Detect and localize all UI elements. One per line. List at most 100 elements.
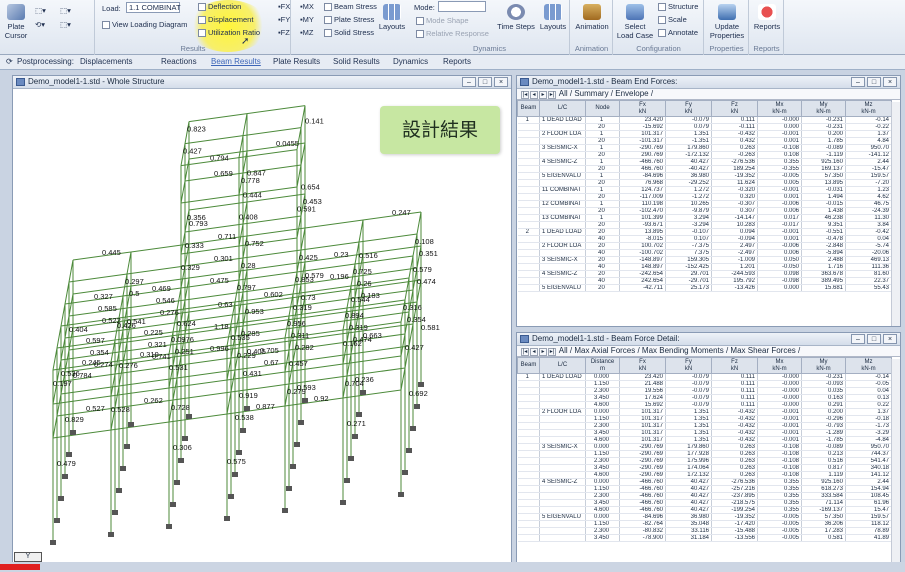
sheet-tab[interactable]: Max Axial Forces — [574, 346, 635, 355]
sheet-tab[interactable]: Max Shear Forces — [730, 346, 795, 355]
table-row[interactable]: 3.450 101.317 1.351 -0.432 -0.001 -1.289 -3.29 — [517, 429, 892, 437]
sheet-tab[interactable]: Max Bending Moments — [642, 346, 724, 355]
beam-member[interactable] — [300, 142, 306, 166]
select-load-case-button[interactable]: Select Load Case — [616, 4, 654, 40]
table-row[interactable]: 40 -100.702 7.375 -2.497 0.006 -5.894 -20.06 — [517, 249, 892, 257]
beam-member[interactable] — [300, 227, 306, 251]
table-row[interactable]: 2.300 -80.832 33.116 -15.488 -0.005 17.283 78.… — [517, 527, 892, 535]
column-header[interactable]: Node — [585, 100, 620, 117]
beam-member[interactable] — [60, 303, 66, 327]
animation-button[interactable]: Animation — [573, 4, 611, 31]
close-button[interactable]: × — [494, 77, 508, 87]
table-row[interactable]: 3.450 -290.769 174.064 0.263 -0.108 0.817 340.… — [517, 464, 892, 472]
table-row[interactable]: 13 COMBINAT 1 101.399 3.294 -14.147 0.017 46.2… — [517, 214, 892, 222]
beam-member[interactable] — [238, 223, 244, 247]
load-select[interactable]: 1.1 COMBINAT — [126, 2, 181, 13]
column-header[interactable]: Beam — [517, 100, 540, 117]
table-row[interactable]: 3.450 17.624 -0.079 0.111 -0.000 0.163 0.13 — [517, 394, 892, 402]
beam-member[interactable] — [52, 347, 58, 371]
maximize-button[interactable]: □ — [867, 334, 881, 344]
table-row[interactable]: 4.600 -466.760 40.427 -199.254 0.355 -169.137… — [517, 506, 892, 514]
table-row[interactable]: 1.150 -290.769 177.928 0.263 -0.108 0.213 744.… — [517, 450, 892, 458]
solid-stress-button[interactable]: Solid Stress — [324, 28, 374, 38]
table-row[interactable]: 20 466.760 -40.427 189.254 -0.355 169.137 -15.… — [517, 165, 892, 173]
sheet-tab[interactable]: Summary — [574, 89, 608, 98]
sheet-tab[interactable]: Envelope — [615, 89, 648, 98]
table-row[interactable]: 5 EIGENVALU 1 -84.696 36.980 -19.352 -0.005 57… — [517, 172, 892, 180]
table-row[interactable]: 3.450 -78.900 31.184 -13.556 -0.005 0.581 41.8… — [517, 534, 892, 542]
column-header[interactable]: Fx kN — [619, 100, 666, 117]
beam-member[interactable] — [242, 127, 302, 137]
table-row[interactable]: 4 SEISMIC-Z 1 -466.760 40.427 -276.536 0.355 9… — [517, 158, 892, 166]
scale-button[interactable]: Scale — [658, 15, 687, 25]
beam-member[interactable] — [184, 277, 190, 301]
beam-member[interactable] — [68, 259, 74, 283]
beam-member[interactable] — [400, 367, 406, 391]
table-row[interactable]: 40 148.897 -152.425 1.201 -0.050 1.716 111.36 — [517, 263, 892, 271]
vertical-scrollbar[interactable] — [891, 359, 900, 566]
table-row[interactable]: 21 DEAD LOAD 20 13.895 -0.107 0.094 -0.001 -0.… — [517, 228, 892, 236]
tab-reactions[interactable]: Reactions — [161, 57, 197, 66]
column-header[interactable]: My kN-m — [801, 100, 846, 117]
table-row[interactable]: 2.300 101.317 1.351 -0.432 -0.001 -0.793 -1.73 — [517, 422, 892, 430]
column-header[interactable]: Mz kN-m — [845, 100, 892, 117]
layouts-button-2[interactable]: Layouts — [538, 4, 568, 31]
column-header[interactable]: Fy kN — [665, 100, 712, 117]
table-row[interactable]: 3.450 -466.760 40.427 -218.575 0.355 71.114 61… — [517, 499, 892, 507]
table-row[interactable]: 40 -8.015 0.107 -0.094 0.001 -0.478 0.04 — [517, 235, 892, 243]
beam-member[interactable] — [246, 261, 306, 271]
beam-member[interactable] — [362, 279, 422, 289]
table-row[interactable]: 11 DEAD LOAD 1 23.420 -0.079 0.111 -0.000 -0.2… — [517, 116, 892, 124]
table-row[interactable]: 11 DEAD LOAD 0.000 23.420 -0.079 0.111 -0.000… — [517, 373, 892, 381]
column-header[interactable]: Mz kN-m — [845, 357, 892, 374]
table-row[interactable]: 2.300 -290.769 175.996 0.263 -0.108 0.516 541.… — [517, 457, 892, 465]
structure-model-view[interactable]: 0.7840.5220.4450.4040.5850.8290.2740.327… — [13, 90, 511, 565]
table-row[interactable]: 20 -101.317 -1.351 0.432 0.001 1.785 4.84 — [517, 137, 892, 145]
beam-member[interactable] — [56, 393, 62, 417]
beam-member[interactable] — [242, 249, 302, 259]
next-sheet-icon[interactable]: ▸ — [539, 348, 547, 356]
vertical-scrollbar[interactable] — [891, 102, 900, 326]
beam-member[interactable] — [184, 158, 190, 182]
table-row[interactable]: 5 EIGENVALU 20 -42.711 25.173 -13.426 0.000 15… — [517, 284, 892, 292]
my-button[interactable]: ▪MY — [300, 15, 314, 24]
beam-member[interactable] — [110, 339, 116, 363]
beam-member[interactable] — [168, 413, 228, 423]
beam-member[interactable] — [130, 243, 190, 253]
table-row[interactable]: 4.600 -290.769 172.132 0.263 -0.108 1.119 141.… — [517, 471, 892, 479]
column-header[interactable]: L/C — [539, 100, 586, 117]
beam-member[interactable] — [180, 194, 240, 204]
table-row[interactable]: 1.150 21.488 -0.079 0.111 -0.000 -0.093 -0.05 — [517, 380, 892, 388]
last-sheet-icon[interactable]: ▸| — [548, 91, 556, 99]
first-sheet-icon[interactable]: |◂ — [521, 91, 529, 99]
plate-cursor-button[interactable]: Plate Cursor — [2, 4, 30, 40]
table-row[interactable]: 3 SEISMIC-X 0.000 -290.769 179.860 0.263 -0.1… — [517, 443, 892, 451]
beam-member[interactable] — [56, 325, 62, 349]
table-row[interactable]: 2 FLOOR LOA 0.000 101.317 1.351 -0.432 -0.001… — [517, 408, 892, 416]
table-row[interactable]: 11 COMBINAT 1 124.737 1.272 -0.320 -0.001 -0.0… — [517, 186, 892, 194]
table-row[interactable]: 20 -102.470 -9.879 0.307 0.006 1.438 -24.39 — [517, 207, 892, 215]
table-row[interactable]: 20 290.769 -172.132 -0.263 0.108 -1.119 -141.1… — [517, 151, 892, 159]
view-loading-diagram-button[interactable]: View Loading Diagram — [102, 20, 187, 30]
column-header[interactable]: L/C — [539, 357, 586, 374]
beam-member[interactable] — [184, 291, 244, 301]
column-header[interactable]: Mx kN-m — [757, 100, 802, 117]
table-row[interactable]: 20 -93.671 -3.294 10.283 -0.017 9.351 3.84 — [517, 221, 892, 229]
fz-button[interactable]: ▪FZ — [278, 28, 290, 37]
update-properties-button[interactable]: Update Properties — [707, 4, 747, 40]
tab-beam-results[interactable]: Beam Results — [211, 57, 261, 66]
column-header[interactable]: Fx kN — [619, 357, 666, 374]
filter-tool-icon[interactable]: ⬚▾ — [60, 6, 71, 15]
table-row[interactable]: 40 242.654 -29.701 195.792 -0.098 389.495 22.3… — [517, 277, 892, 285]
layouts-button-1[interactable]: Layouts — [378, 4, 406, 31]
table-row[interactable]: 1.150 -82.764 35.048 -17.420 -0.005 36.206 118… — [517, 520, 892, 528]
beam-member[interactable] — [126, 265, 186, 275]
column-header[interactable]: Distance m — [585, 357, 620, 374]
beam-member[interactable] — [118, 377, 178, 387]
sheet-tab[interactable]: All — [559, 89, 568, 98]
table-row[interactable]: 4 SEISMIC-Z 0.000 -466.760 40.427 -276.536 0.… — [517, 478, 892, 486]
mz-button[interactable]: ▪MZ — [300, 28, 314, 37]
rotate-tool-icon[interactable]: ⟲▾ — [35, 20, 45, 29]
table-row[interactable]: 20 -117.009 -1.272 0.320 0.001 1.494 4.62 — [517, 193, 892, 201]
utilization-ratio-button[interactable]: Utilization Ratio — [198, 28, 260, 38]
